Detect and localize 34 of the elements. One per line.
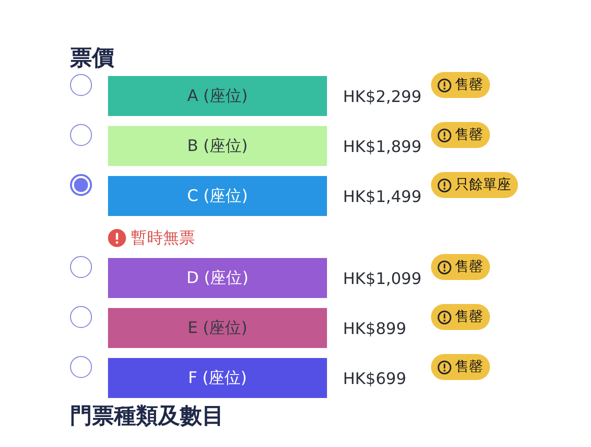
price-text: HK$1,099 bbox=[343, 268, 423, 288]
seat-category-bar[interactable]: A (座位) bbox=[108, 76, 327, 116]
price-text: HK$2,299 bbox=[343, 86, 423, 106]
status-badge: 售罄 bbox=[431, 354, 490, 380]
alert-icon bbox=[437, 360, 452, 374]
radio-button[interactable] bbox=[70, 256, 92, 278]
radio-button[interactable] bbox=[70, 356, 92, 378]
price-text: HK$699 bbox=[343, 368, 408, 388]
seat-category-bar[interactable]: B (座位) bbox=[108, 126, 327, 166]
alert-icon bbox=[437, 78, 452, 92]
section-heading: 票價 bbox=[70, 46, 115, 72]
price-text: HK$1,499 bbox=[343, 186, 423, 206]
radio-button[interactable] bbox=[70, 124, 92, 146]
seat-category-bar[interactable]: C (座位) bbox=[108, 176, 327, 216]
alert-icon bbox=[437, 128, 452, 142]
alert-icon bbox=[437, 178, 452, 192]
status-badge: 售罄 bbox=[431, 254, 490, 280]
price-text: HK$1,899 bbox=[343, 136, 423, 156]
radio-button[interactable] bbox=[70, 74, 92, 96]
status-badge: 售罄 bbox=[431, 122, 490, 148]
status-badge: 只餘單座 bbox=[431, 172, 518, 198]
alert-icon bbox=[437, 310, 452, 324]
seat-category-bar[interactable]: E (座位) bbox=[108, 308, 327, 348]
alert-icon bbox=[437, 260, 452, 274]
error-icon bbox=[108, 229, 126, 247]
radio-button[interactable] bbox=[70, 306, 92, 328]
status-badge: 售罄 bbox=[431, 304, 490, 330]
status-badge: 售罄 bbox=[431, 72, 490, 98]
seat-category-bar[interactable]: D (座位) bbox=[108, 258, 327, 298]
section-heading: 門票種類及數目 bbox=[70, 404, 225, 430]
price-text: HK$899 bbox=[343, 318, 408, 338]
radio-button[interactable] bbox=[70, 174, 92, 196]
warning-text: 暫時無票 bbox=[131, 228, 195, 248]
seat-category-bar[interactable]: F (座位) bbox=[108, 358, 327, 398]
